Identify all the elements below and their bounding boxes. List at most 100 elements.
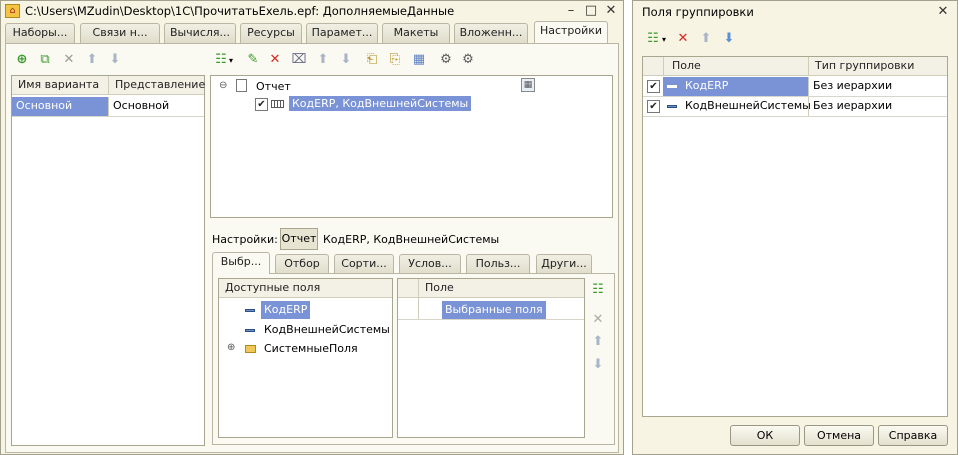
move-up-icon[interactable]: ⬆	[315, 52, 331, 68]
row-divider	[398, 319, 584, 320]
tree-grouping-label[interactable]: КодERP, КодВнешнейСистемы	[289, 96, 472, 111]
row-2-field[interactable]: КодВнешнейСистемы	[663, 97, 811, 116]
dialog-title: Поля группировки	[642, 5, 754, 19]
move-down-icon[interactable]: ⬇	[338, 52, 354, 68]
output-settings-icon[interactable]: ⎘	[387, 52, 403, 68]
edit-icon[interactable]: ✎	[245, 52, 261, 68]
selected-fields-corner	[398, 279, 418, 298]
move-down-icon[interactable]: ⬇	[590, 357, 606, 373]
selected-fields-panel: Поле Выбранные поля	[397, 278, 585, 438]
dropdown-arrow-icon[interactable]: ▾	[227, 53, 235, 69]
variant-name-header[interactable]: Имя варианта	[12, 76, 108, 95]
tab-links[interactable]: Связи н...	[80, 23, 160, 43]
row-divider	[643, 116, 947, 117]
representation-cell[interactable]: Основной	[108, 97, 204, 116]
structure-tree: ⊖ Отчет ▦ ✔ КодERP, КодВнешнейСистемы	[210, 75, 613, 218]
row-1-field-label: КодERP	[685, 79, 729, 92]
dialog-title-bar: Поля группировки ✕	[633, 1, 957, 22]
minimize-button[interactable]: –	[563, 3, 579, 19]
move-up-icon[interactable]: ⬆	[84, 52, 100, 68]
row-2-type[interactable]: Без иерархии	[808, 97, 947, 116]
delete-icon[interactable]: ✕	[267, 52, 283, 68]
field-column-header[interactable]: Поле	[663, 57, 808, 76]
column-divider	[418, 298, 419, 319]
subtab-order[interactable]: Сорти...	[334, 254, 394, 274]
field-icon	[245, 309, 255, 312]
tab-settings[interactable]: Настройки	[534, 21, 608, 43]
tab-datasets[interactable]: Наборы...	[5, 23, 75, 43]
available-fields-header: Доступные поля	[219, 279, 392, 298]
field-icon	[667, 84, 677, 88]
report-settings-icon[interactable]: ▦	[411, 52, 427, 68]
settings-report-button[interactable]: Отчет	[280, 228, 318, 250]
field-item-system-fields[interactable]: СистемныеПоля	[264, 342, 358, 355]
move-up-icon[interactable]: ⬆	[698, 31, 714, 47]
current-settings-icon[interactable]: ⎗	[364, 52, 380, 68]
app-icon: ⌂	[5, 4, 20, 18]
checkbox-column-header	[643, 57, 663, 76]
field-kod-erp-label: КодERP	[264, 303, 308, 316]
variant-name-cell[interactable]: Основной	[12, 97, 108, 116]
representation-header[interactable]: Представление	[108, 76, 205, 95]
main-title-bar: ⌂ C:\Users\MZudin\Desktop\1С\ПрочитатьEx…	[1, 1, 623, 22]
delete-field-icon[interactable]: ✕	[675, 31, 691, 47]
move-up-icon[interactable]: ⬆	[590, 334, 606, 350]
tree-root-label[interactable]: Отчет	[256, 80, 291, 93]
maximize-button[interactable]: □	[583, 3, 599, 19]
grouping-checkbox[interactable]: ✔	[255, 98, 268, 111]
tab-parameters[interactable]: Парамет...	[306, 23, 378, 43]
row-1-type[interactable]: Без иерархии	[808, 77, 947, 96]
ungroup-fields-icon[interactable]: ⚙	[460, 52, 476, 68]
add-variant-icon[interactable]: ⊕	[14, 52, 30, 68]
field-item-external-code[interactable]: КодВнешнейСистемы	[264, 323, 390, 336]
selected-fields-header: Поле	[418, 279, 584, 298]
field-icon	[245, 329, 255, 332]
expand-icon[interactable]: ⊕	[227, 342, 235, 353]
row-divider	[12, 116, 204, 117]
tab-calculated[interactable]: Вычисля...	[164, 23, 236, 43]
settings-value: КодERP, КодВнешнейСистемы	[323, 233, 500, 246]
help-button[interactable]: Справка	[878, 425, 948, 446]
selected-fields-row[interactable]: Выбранные поля	[442, 301, 546, 319]
subtab-selection[interactable]: Выбр...	[212, 252, 270, 274]
group-fields-icon[interactable]: ⚙	[438, 52, 454, 68]
subtab-filter[interactable]: Отбор	[275, 254, 329, 274]
row-1-checkbox[interactable]: ✔	[647, 80, 660, 93]
tab-layouts[interactable]: Макеты	[382, 23, 450, 43]
row-2-checkbox[interactable]: ✔	[647, 100, 660, 113]
grouping-type-column-header[interactable]: Тип группировки	[808, 57, 947, 76]
available-fields-panel: Доступные поля КодERP КодВнешнейСистемы …	[218, 278, 393, 438]
move-down-icon[interactable]: ⬇	[107, 52, 123, 68]
delete-selected-field-icon[interactable]: ✕	[590, 312, 606, 328]
settings-label: Настройки:	[212, 233, 278, 246]
main-window-title: C:\Users\MZudin\Desktop\1С\ПрочитатьExeл…	[25, 4, 455, 18]
row-2-field-label: КодВнешнейСистемы	[685, 99, 811, 112]
subtab-conditional[interactable]: Услов...	[399, 254, 461, 274]
copy-variant-icon[interactable]: ⧉	[37, 52, 53, 68]
add-field-icon[interactable]: ☷	[645, 31, 661, 47]
folder-icon	[245, 345, 256, 353]
main-window: ⌂ C:\Users\MZudin\Desktop\1С\ПрочитатьEx…	[0, 0, 624, 455]
move-down-icon[interactable]: ⬇	[721, 31, 737, 47]
delete-variant-icon[interactable]: ✕	[61, 52, 77, 68]
collapse-icon[interactable]: ⊖	[219, 80, 227, 91]
subtab-other[interactable]: Други...	[536, 254, 592, 274]
structure-filter-icon[interactable]: ▦	[521, 78, 535, 92]
field-icon	[667, 104, 677, 108]
report-icon	[236, 79, 247, 92]
subtab-user-fields[interactable]: Польз...	[466, 254, 530, 274]
ok-button[interactable]: ОК	[730, 425, 800, 446]
tab-resources[interactable]: Ресурсы	[240, 23, 302, 43]
delete-element-icon[interactable]: ⌧	[291, 52, 307, 68]
cancel-button[interactable]: Отмена	[804, 425, 874, 446]
dropdown-arrow-icon[interactable]: ▾	[660, 32, 668, 48]
grouping-fields-table: Поле Тип группировки ✔ КодERP Без иерарх…	[642, 56, 948, 417]
add-selected-field-icon[interactable]: ☷	[590, 282, 606, 298]
row-1-field[interactable]: КодERP	[663, 77, 808, 96]
tab-nested[interactable]: Вложенн...	[454, 23, 528, 43]
grouping-icon	[271, 100, 284, 108]
close-button[interactable]: ✕	[603, 3, 619, 19]
variants-table: Имя варианта Представление Основной Осно…	[11, 75, 205, 446]
dialog-close-button[interactable]: ✕	[935, 4, 951, 20]
field-item-kod-erp[interactable]: КодERP	[261, 301, 311, 319]
